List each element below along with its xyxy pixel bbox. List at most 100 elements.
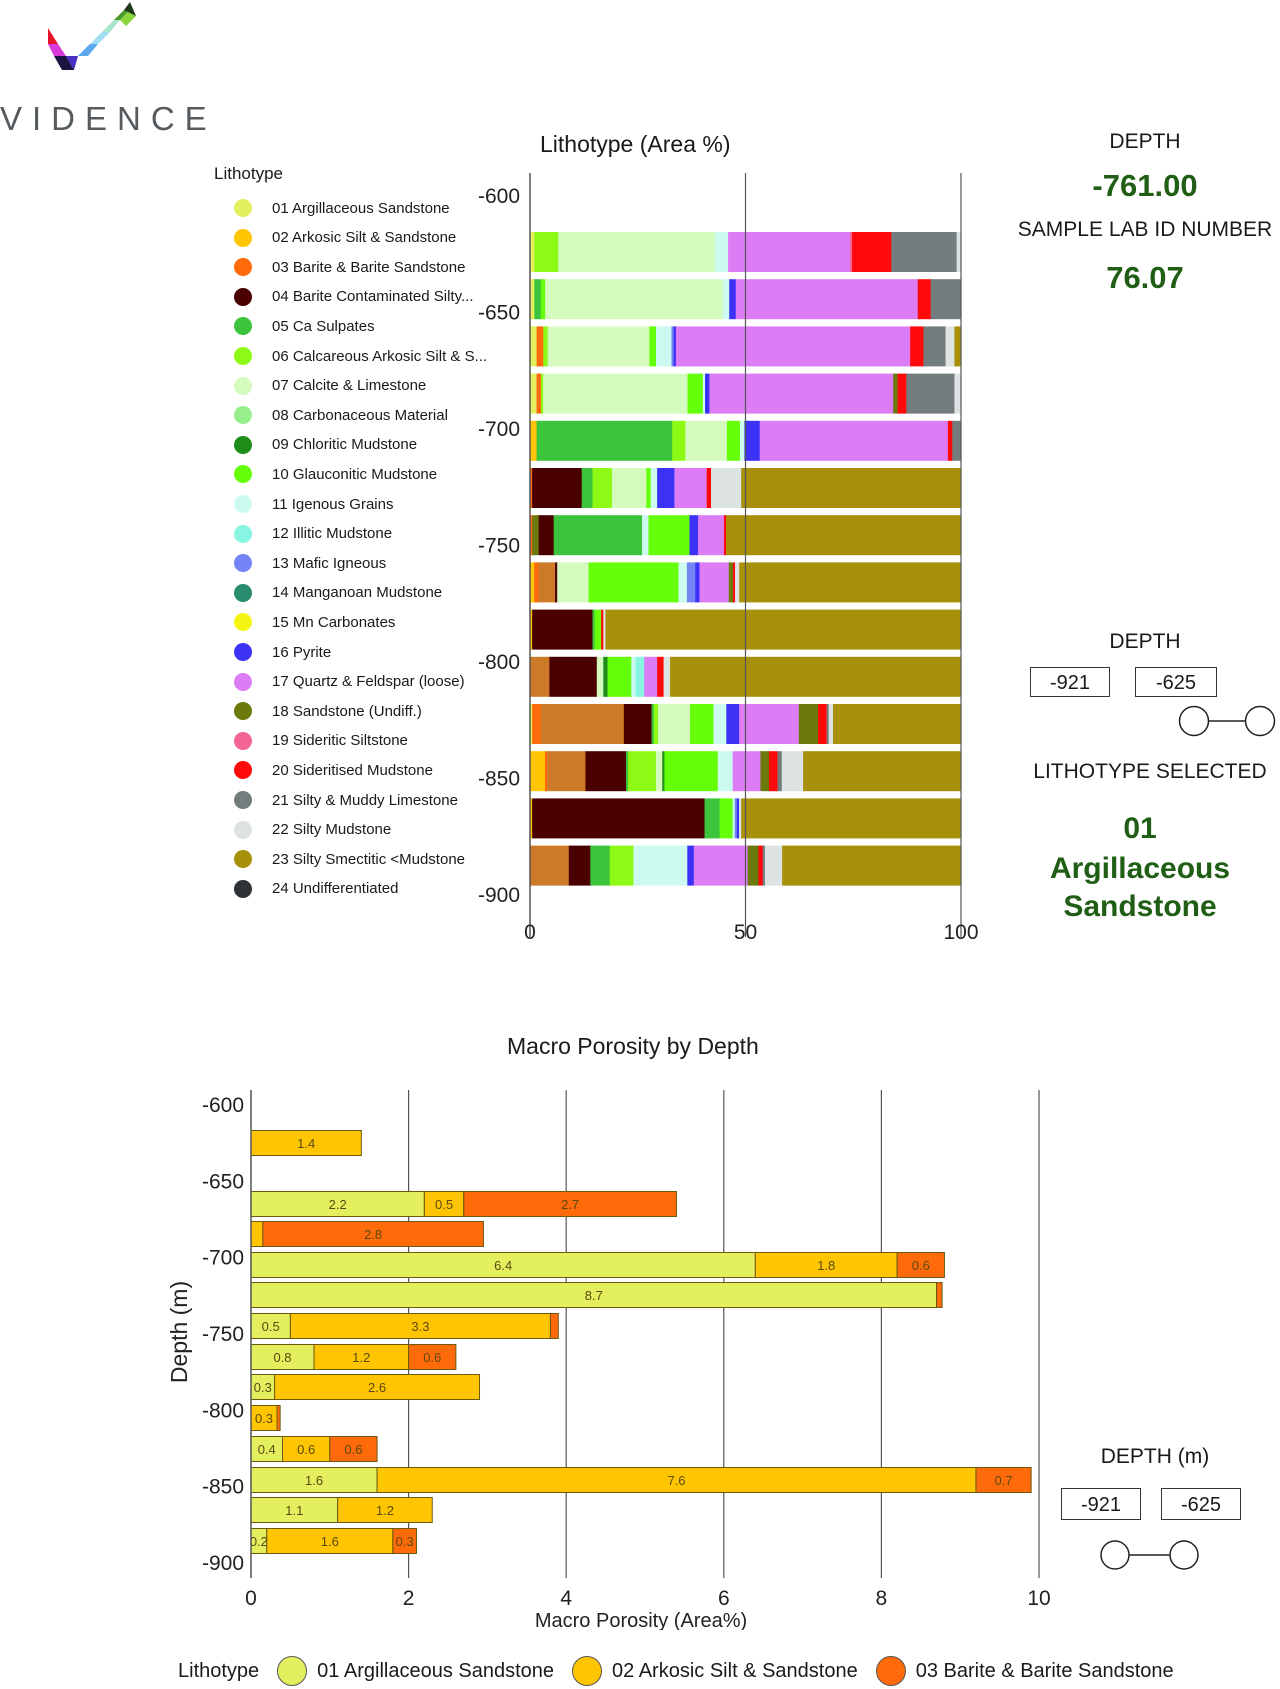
lithotype-segment: [592, 468, 613, 508]
x-tick-label: 4: [560, 1587, 572, 1610]
porosity-segment: [936, 1282, 943, 1308]
lithotype-segment: [671, 326, 674, 367]
depth-min-input[interactable]: -921: [1030, 667, 1110, 697]
porosity-data-label: 1.6: [305, 1473, 323, 1488]
lithotype-segment: [538, 562, 556, 603]
lithotype-segment: [699, 562, 730, 603]
legend-label: 01 Argillaceous Sandstone: [317, 1659, 555, 1682]
lithotype-segment: [633, 845, 688, 886]
y-tick-label: -800: [202, 1399, 244, 1422]
lithotype-segment: [715, 232, 729, 272]
lithotype-segment: [729, 279, 737, 320]
depth-range-slider[interactable]: [1178, 703, 1278, 739]
porosity-depth-min-input[interactable]: -921: [1061, 1488, 1141, 1520]
lithotype-segment: [832, 704, 962, 744]
lithotype-segment: [741, 468, 962, 508]
lithotype-segment: [826, 704, 830, 744]
lithotype-segment: [547, 751, 586, 792]
porosity-data-label: 0.8: [273, 1350, 291, 1365]
porosity-data-label: 1.2: [352, 1350, 370, 1365]
lithotype-segment: [538, 515, 555, 556]
lithotype-segment: [917, 279, 931, 320]
y-tick-label: -850: [202, 1476, 244, 1499]
slider-handle-max[interactable]: [1244, 705, 1276, 737]
lithotype-segment: [601, 609, 604, 650]
x-tick-label: 10: [1027, 1587, 1050, 1610]
lithotype-segment: [532, 515, 539, 556]
legend-swatch-barite: [875, 1656, 906, 1686]
lithotype-segment: [530, 845, 570, 886]
y-tick-label: -900: [202, 1552, 244, 1575]
lithotype-segment: [530, 326, 537, 367]
lithotype-segment: [726, 420, 741, 461]
lithotype-segment: [540, 704, 625, 744]
lithotype-segment: [655, 751, 663, 792]
porosity-chart-title: Macro Porosity by Depth: [507, 1033, 759, 1059]
lithotype-segment: [735, 562, 740, 603]
lithotype-segment: [777, 751, 783, 792]
lithotype-segment: [713, 704, 727, 744]
lithotype-segment: [747, 845, 759, 886]
lithotype-segment: [744, 420, 761, 461]
porosity-data-label: 0.6: [344, 1442, 362, 1457]
lithotype-segment: [594, 609, 602, 650]
lithotype-segment: [545, 279, 724, 320]
lithotype-segment: [626, 751, 629, 792]
porosity-data-label: 8.7: [585, 1288, 603, 1303]
x-tick-label: 8: [876, 1587, 888, 1610]
lithotype-segment: [648, 515, 690, 556]
lithotype-segment: [674, 468, 708, 508]
lithotype-segment: [717, 751, 733, 792]
lithotype-segment: [954, 373, 962, 414]
lithotype-segment: [530, 751, 546, 792]
lithotype-segment: [828, 704, 834, 744]
porosity-data-label: 0.6: [297, 1442, 315, 1457]
lithotype-segment: [540, 279, 546, 320]
slider-handle-max[interactable]: [1169, 1540, 1199, 1570]
lithotype-segment: [711, 468, 742, 508]
lithotype-segment: [945, 326, 955, 367]
porosity-chart: 1.4 2.2 0.5 2.7 2.8 6.4 1.8 0.6 8.7 0.5 3.3 0.8 1.2 0…: [166, 1090, 1051, 1630]
lithotype-segment: [540, 373, 544, 414]
lithotype-segment: [532, 704, 541, 744]
porosity-depth-max-input[interactable]: -625: [1161, 1488, 1241, 1520]
lithotype-segment: [675, 326, 911, 367]
lithotype-segment: [646, 468, 651, 508]
y-axis-label: Depth (m): [166, 1281, 192, 1383]
lithotype-segment: [704, 798, 720, 839]
lithotype-segment: [536, 326, 544, 367]
lithotype-segment: [651, 704, 655, 744]
lithotype-segment: [555, 562, 558, 603]
lithotype-segment: [534, 562, 539, 603]
depth-max-input[interactable]: -625: [1135, 667, 1217, 697]
lithotype-segment: [670, 656, 962, 697]
porosity-data-label: 0.6: [423, 1350, 441, 1365]
slider-handle-min[interactable]: [1100, 1540, 1130, 1570]
lithotype-segment: [657, 468, 675, 508]
porosity-data-label: 0.4: [258, 1442, 276, 1457]
selected-lithotype-name: Argillaceous Sandstone: [1049, 852, 1231, 923]
lithotype-segment: [741, 798, 962, 839]
lithotype-segment: [706, 468, 712, 508]
lithotype-segment: [653, 704, 659, 744]
legend-label: 02 Arkosic Silt & Sandstone: [612, 1659, 858, 1682]
slider-handle-min[interactable]: [1178, 705, 1210, 737]
porosity-data-label: 1.2: [376, 1503, 394, 1518]
lithotype-segment: [893, 373, 898, 414]
sample-lab-id-label: SAMPLE LAB ID NUMBER: [1017, 218, 1273, 241]
porosity-data-label: 1.1: [285, 1503, 303, 1518]
lithotype-segment: [798, 704, 819, 744]
lithotype-segment: [605, 609, 962, 650]
lithotype-segment: [558, 232, 716, 272]
depth-label: DEPTH: [1109, 130, 1181, 153]
lithotype-segment: [547, 326, 650, 367]
y-tick-label: -900: [478, 884, 520, 907]
lithotype-segment: [739, 798, 742, 839]
porosity-depth-range-slider[interactable]: [1100, 1538, 1200, 1572]
lithotype-selected-label: LITHOTYPE SELECTED: [1033, 760, 1267, 783]
porosity-data-label: 1.4: [297, 1136, 315, 1151]
lithotype-segment: [764, 845, 783, 886]
legend-label: 03 Barite & Barite Sandstone: [915, 1659, 1174, 1682]
legend-swatch-argillaceous: [277, 1656, 308, 1686]
lithotype-segment: [557, 562, 589, 603]
